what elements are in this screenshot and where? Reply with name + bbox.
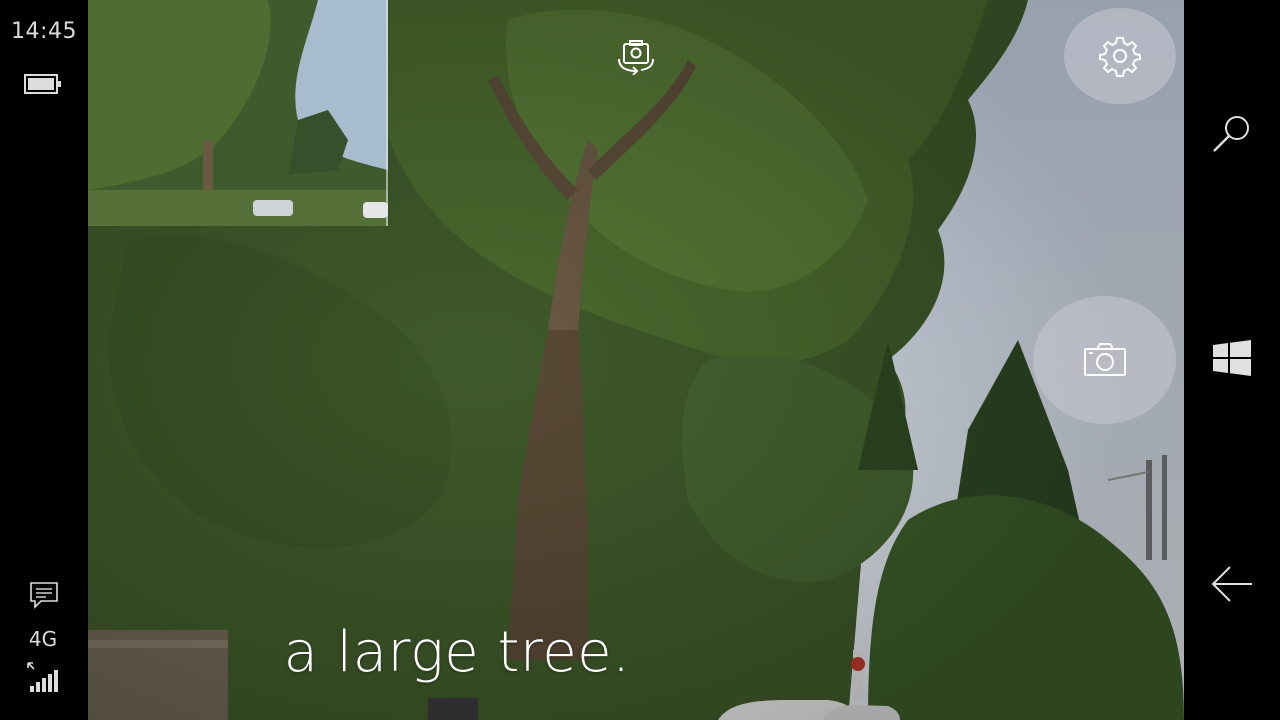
search-icon xyxy=(1213,116,1249,152)
battery-full-icon xyxy=(24,74,61,94)
camera-icon xyxy=(1083,343,1126,376)
shutter-button[interactable] xyxy=(1033,296,1176,424)
signal-strength-icon xyxy=(27,662,58,692)
camera-viewfinder[interactable]: a large tree. xyxy=(88,0,1184,720)
start-button[interactable] xyxy=(1202,328,1262,388)
recent-photo-thumbnail[interactable] xyxy=(88,0,388,226)
gear-icon xyxy=(1099,37,1141,77)
camera-app-screen: 14:45 4G a large tree. xyxy=(0,0,1280,720)
thumbnail-image xyxy=(88,0,388,226)
network-type-label: 4G xyxy=(28,627,58,651)
status-bar: 14:45 4G xyxy=(0,0,88,720)
switch-camera-icon xyxy=(618,40,654,75)
switch-camera-button[interactable] xyxy=(608,34,664,80)
back-arrow-icon xyxy=(1211,566,1252,602)
settings-button[interactable] xyxy=(1064,8,1176,104)
message-icon[interactable] xyxy=(29,581,59,609)
scene-description-caption: a large tree. xyxy=(283,620,631,685)
clock: 14:45 xyxy=(11,19,77,44)
navigation-bar xyxy=(1184,0,1280,720)
windows-logo-icon xyxy=(1213,340,1251,376)
search-button[interactable] xyxy=(1202,105,1262,165)
back-button[interactable] xyxy=(1202,554,1262,614)
